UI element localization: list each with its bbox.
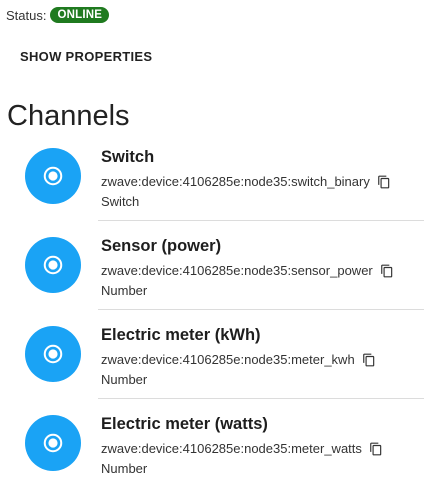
channel-uid: zwave:device:4106285e:node35:meter_kwh [101,352,355,367]
channel-item-meter-kwh[interactable]: Electric meter (kWh) zwave:device:410628… [0,310,424,399]
channel-type: Switch [101,194,140,209]
channel-avatar [25,148,81,204]
channel-item-switch[interactable]: Switch zwave:device:4106285e:node35:swit… [0,132,424,221]
channel-uid: zwave:device:4106285e:node35:meter_watts [101,441,362,456]
radio-button-checked-icon [43,166,63,186]
radio-button-checked-icon [43,344,63,364]
copy-icon[interactable] [362,353,376,367]
status-label: Status: [6,7,47,23]
channel-type: Number [101,372,148,387]
channel-label: Electric meter (watts) [101,415,268,433]
channel-item-meter-watts[interactable]: Electric meter (watts) zwave:device:4106… [0,399,424,488]
channel-type: Number [101,461,148,476]
channels-heading: Channels [7,100,130,132]
channel-label: Sensor (power) [101,237,222,255]
channel-label: Switch [101,148,155,166]
show-properties-button[interactable]: SHOW PROPERTIES [8,43,164,70]
channel-avatar [25,415,81,471]
channel-uid-row: zwave:device:4106285e:node35:meter_watts [101,441,383,456]
radio-button-checked-icon [43,433,63,453]
copy-icon[interactable] [380,264,394,278]
channel-uid-row: zwave:device:4106285e:node35:sensor_powe… [101,263,394,278]
copy-icon[interactable] [377,175,391,189]
status-row: Status: ONLINE [6,5,110,25]
copy-icon[interactable] [369,442,383,456]
channel-uid-row: zwave:device:4106285e:node35:meter_kwh [101,352,376,367]
channel-list: Switch zwave:device:4106285e:node35:swit… [0,132,424,488]
channel-avatar [25,237,81,293]
channel-uid: zwave:device:4106285e:node35:switch_bina… [101,174,370,189]
status-badge: ONLINE [50,7,110,23]
channel-uid-row: zwave:device:4106285e:node35:switch_bina… [101,174,391,189]
channel-uid: zwave:device:4106285e:node35:sensor_powe… [101,263,373,278]
radio-button-checked-icon [43,255,63,275]
thing-details-page: Status: ONLINE SHOW PROPERTIES Channels … [0,0,424,500]
channel-type: Number [101,283,148,298]
channel-item-sensor-power[interactable]: Sensor (power) zwave:device:4106285e:nod… [0,221,424,310]
channel-avatar [25,326,81,382]
channel-label: Electric meter (kWh) [101,326,261,344]
